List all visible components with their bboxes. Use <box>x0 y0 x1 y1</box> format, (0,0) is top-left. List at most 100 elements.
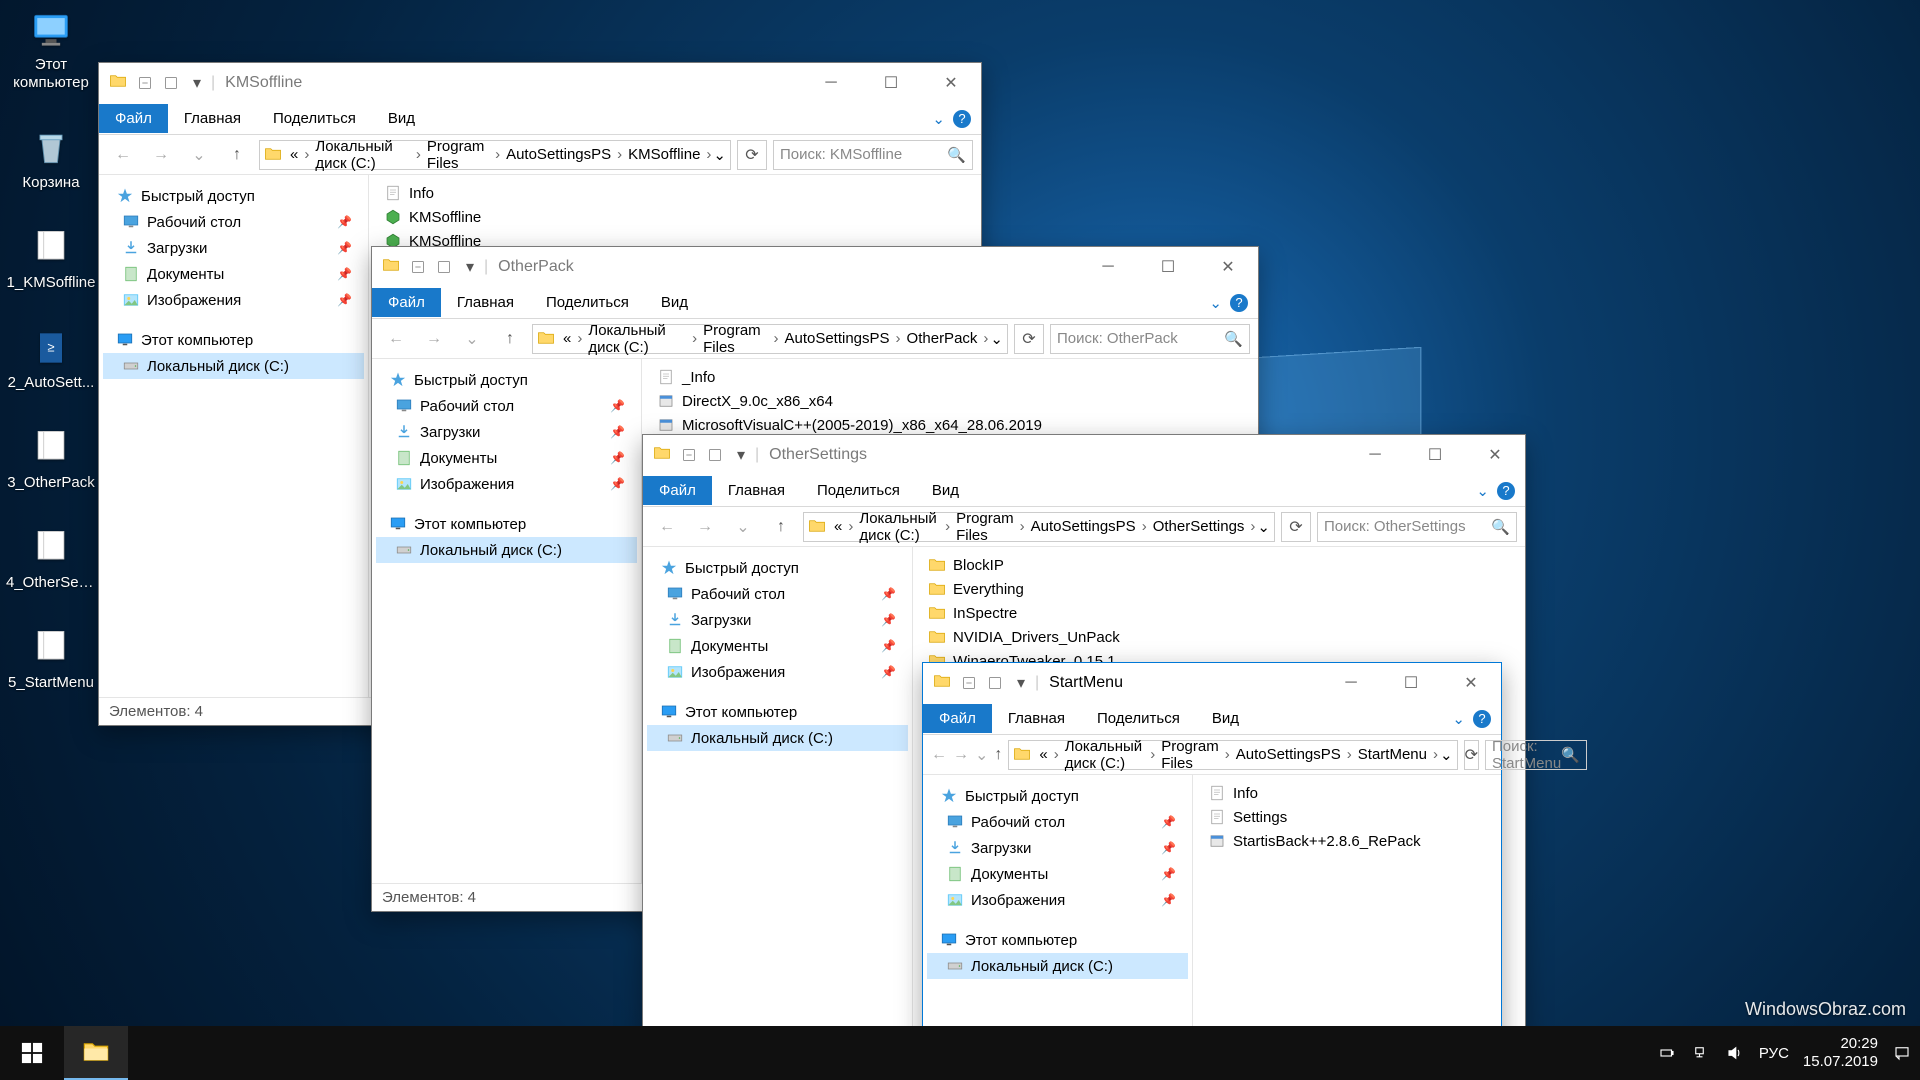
titlebar[interactable]: ▾ | OtherPack ─ ☐ ✕ <box>372 247 1258 287</box>
tab-home[interactable]: Главная <box>712 476 801 505</box>
nav-c-drive[interactable]: Локальный диск (C:) <box>376 537 637 563</box>
file-item[interactable]: _Info <box>652 365 1248 389</box>
desktop-icon-recycle-bin[interactable]: Корзина <box>6 126 96 192</box>
nav-pictures[interactable]: Изображения📌 <box>103 287 364 313</box>
nav-quick-access[interactable]: Быстрый доступ <box>647 555 908 581</box>
minimize-button[interactable]: ─ <box>801 63 861 103</box>
chevron-down-icon[interactable]: ▾ <box>458 255 482 279</box>
file-item[interactable]: NVIDIA_Drivers_UnPack <box>923 625 1515 649</box>
help-icon[interactable]: ? <box>1473 710 1491 728</box>
tab-view[interactable]: Вид <box>372 104 431 133</box>
nav-downloads[interactable]: Загрузки📌 <box>376 419 637 445</box>
help-icon[interactable]: ? <box>1497 482 1515 500</box>
nav-forward-button[interactable]: → <box>689 511 721 543</box>
nav-desktop[interactable]: Рабочий стол📌 <box>376 393 637 419</box>
tray-network-icon[interactable] <box>1691 1043 1711 1063</box>
minimize-button[interactable]: ─ <box>1321 663 1381 703</box>
tab-file[interactable]: Файл <box>643 476 712 505</box>
tab-file[interactable]: Файл <box>372 288 441 317</box>
tab-share[interactable]: Поделиться <box>1081 704 1196 733</box>
nav-documents[interactable]: Документы📌 <box>647 633 908 659</box>
nav-pictures[interactable]: Изображения📌 <box>376 471 637 497</box>
nav-c-drive[interactable]: Локальный диск (C:) <box>103 353 364 379</box>
desktop-icon-file-4[interactable]: 4_OtherSett... <box>6 526 96 592</box>
address-input[interactable]: «›Локальный диск (C:)›Program Files›Auto… <box>532 324 1008 354</box>
tab-view[interactable]: Вид <box>1196 704 1255 733</box>
breadcrumb-segment[interactable]: AutoSettingsPS <box>1027 518 1140 535</box>
search-input[interactable]: Поиск: KMSoffline 🔍 <box>773 140 973 170</box>
chevron-down-icon[interactable]: ⌄ <box>1257 518 1270 536</box>
expand-ribbon-icon[interactable]: ⌄ <box>1476 482 1489 500</box>
qat-dropdown-icon[interactable] <box>432 255 456 279</box>
chevron-down-icon[interactable]: ▾ <box>1009 671 1033 695</box>
maximize-button[interactable]: ☐ <box>861 63 921 103</box>
address-input[interactable]: «›Локальный диск (C:)›Program Files›Auto… <box>259 140 731 170</box>
file-item[interactable]: KMSoffline <box>379 205 971 229</box>
close-button[interactable]: ✕ <box>1465 435 1525 475</box>
nav-up-button[interactable]: ↑ <box>765 511 797 543</box>
qat-properties-icon[interactable] <box>677 443 701 467</box>
tab-home[interactable]: Главная <box>441 288 530 317</box>
tray-language[interactable]: РУС <box>1759 1045 1789 1062</box>
nav-desktop[interactable]: Рабочий стол📌 <box>103 209 364 235</box>
qat-dropdown-icon[interactable] <box>983 671 1007 695</box>
nav-quick-access[interactable]: Быстрый доступ <box>927 783 1188 809</box>
tray-volume-icon[interactable] <box>1725 1043 1745 1063</box>
close-button[interactable]: ✕ <box>921 63 981 103</box>
nav-downloads[interactable]: Загрузки📌 <box>647 607 908 633</box>
chevron-down-icon[interactable]: ⌄ <box>1440 746 1453 764</box>
desktop-icon-file-2[interactable]: ≥ 2_AutoSett... <box>6 326 96 392</box>
nav-back-button[interactable]: ← <box>380 323 412 355</box>
nav-c-drive[interactable]: Локальный диск (C:) <box>647 725 908 751</box>
nav-recent-dropdown[interactable]: ⌄ <box>727 511 759 543</box>
qat-properties-icon[interactable] <box>133 71 157 95</box>
nav-desktop[interactable]: Рабочий стол📌 <box>647 581 908 607</box>
tab-home[interactable]: Главная <box>992 704 1081 733</box>
maximize-button[interactable]: ☐ <box>1138 247 1198 287</box>
nav-forward-button[interactable]: → <box>145 139 177 171</box>
titlebar[interactable]: ▾ | OtherSettings ─ ☐ ✕ <box>643 435 1525 475</box>
nav-back-button[interactable]: ← <box>931 739 947 771</box>
file-item[interactable]: Settings <box>1203 805 1491 829</box>
nav-pictures[interactable]: Изображения📌 <box>927 887 1188 913</box>
titlebar[interactable]: ▾ | StartMenu ─ ☐ ✕ <box>923 663 1501 703</box>
tab-view[interactable]: Вид <box>645 288 704 317</box>
breadcrumb-segment[interactable]: Program Files <box>952 510 1018 544</box>
qat-dropdown-icon[interactable] <box>703 443 727 467</box>
tab-share[interactable]: Поделиться <box>530 288 645 317</box>
nav-documents[interactable]: Документы📌 <box>376 445 637 471</box>
start-button[interactable] <box>0 1026 64 1080</box>
minimize-button[interactable]: ─ <box>1345 435 1405 475</box>
tab-share[interactable]: Поделиться <box>801 476 916 505</box>
breadcrumb-segment[interactable]: Локальный диск (C:) <box>311 138 414 172</box>
tab-file[interactable]: Файл <box>99 104 168 133</box>
chevron-down-icon[interactable]: ▾ <box>185 71 209 95</box>
nav-this-pc[interactable]: Этот компьютер <box>927 927 1188 953</box>
address-input[interactable]: «›Локальный диск (C:)›Program Files›Auto… <box>1008 740 1457 770</box>
nav-up-button[interactable]: ↑ <box>994 739 1002 771</box>
help-icon[interactable]: ? <box>953 110 971 128</box>
refresh-button[interactable]: ⟳ <box>1014 324 1044 354</box>
tab-file[interactable]: Файл <box>923 704 992 733</box>
breadcrumb-segment[interactable]: Program Files <box>1157 738 1223 772</box>
desktop-icon-this-pc[interactable]: Этоткомпьютер <box>6 8 96 92</box>
file-item[interactable]: Info <box>379 181 971 205</box>
tab-share[interactable]: Поделиться <box>257 104 372 133</box>
breadcrumb-segment[interactable]: Локальный диск (C:) <box>855 510 943 544</box>
expand-ribbon-icon[interactable]: ⌄ <box>1209 294 1222 312</box>
tray-clock[interactable]: 20:29 15.07.2019 <box>1803 1035 1878 1071</box>
qat-dropdown-icon[interactable] <box>159 71 183 95</box>
desktop-icon-file-3[interactable]: 3_OtherPack <box>6 426 96 492</box>
refresh-button[interactable]: ⟳ <box>1464 740 1479 770</box>
nav-up-button[interactable]: ↑ <box>221 139 253 171</box>
qat-properties-icon[interactable] <box>957 671 981 695</box>
nav-this-pc[interactable]: Этот компьютер <box>647 699 908 725</box>
search-input[interactable]: Поиск: OtherPack 🔍 <box>1050 324 1250 354</box>
refresh-button[interactable]: ⟳ <box>737 140 767 170</box>
nav-downloads[interactable]: Загрузки📌 <box>927 835 1188 861</box>
nav-quick-access[interactable]: Быстрый доступ <box>376 367 637 393</box>
close-button[interactable]: ✕ <box>1441 663 1501 703</box>
address-input[interactable]: «›Локальный диск (C:)›Program Files›Auto… <box>803 512 1275 542</box>
chevron-down-icon[interactable]: ⌄ <box>713 146 726 164</box>
breadcrumb-segment[interactable]: StartMenu <box>1354 746 1431 763</box>
